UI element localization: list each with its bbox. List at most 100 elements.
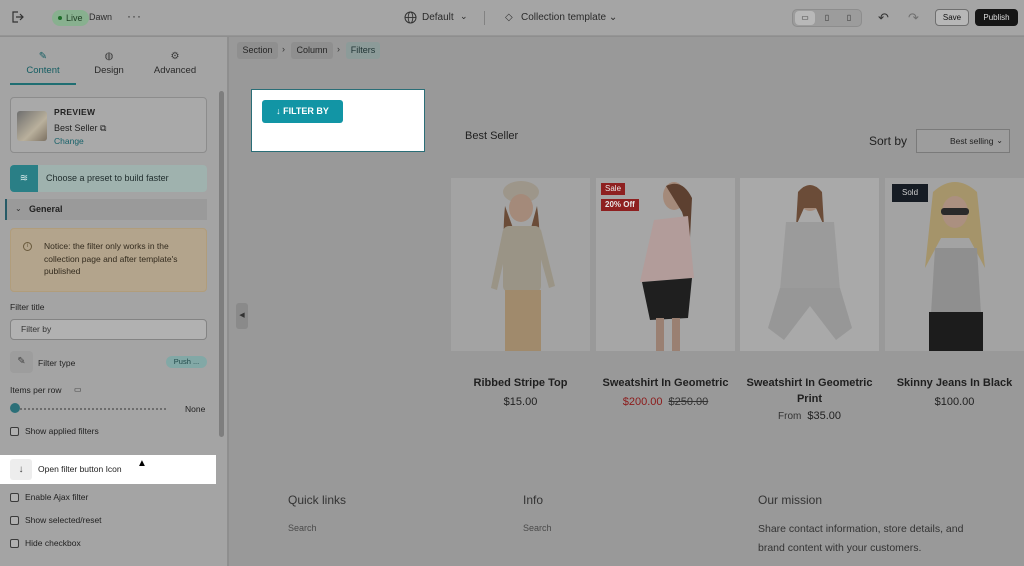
footer-link-search[interactable]: Search — [288, 523, 317, 533]
tablet-icon[interactable]: ▯ — [817, 11, 837, 25]
filter-title-input[interactable]: Filter by — [10, 319, 207, 340]
preset-label: Choose a preset to build faster — [46, 173, 169, 183]
filter-type-label: Filter type — [38, 358, 76, 368]
breadcrumb-section[interactable]: Section — [237, 42, 278, 59]
footer-heading: Info — [523, 493, 544, 507]
change-preview-link[interactable]: Change — [54, 136, 84, 146]
product-name[interactable]: Sweatshirt In Geometric — [596, 375, 735, 391]
product-image[interactable] — [740, 178, 879, 351]
theme-name: Dawn — [89, 12, 113, 22]
product-name[interactable]: Skinny Jeans In Black — [885, 375, 1024, 391]
product-image[interactable] — [451, 178, 590, 351]
sidebar-tabs: ✎ Content ◍ Design ⚙ Advanced — [0, 49, 218, 85]
product-name[interactable]: Ribbed Stripe Top — [451, 375, 590, 391]
checkbox-label: Hide checkbox — [25, 538, 81, 548]
filter-by-button[interactable]: ↓ FILTER BY — [262, 100, 343, 123]
device-switcher: ▭ ▯ ▯ — [792, 9, 862, 27]
chevron-down-icon: ⌄ — [15, 204, 22, 213]
tab-label: Design — [94, 65, 124, 76]
exit-icon[interactable] — [10, 10, 24, 24]
breadcrumb-filters[interactable]: Filters — [346, 42, 380, 59]
checkbox-label: Show applied filters — [25, 426, 99, 436]
product-price: $15.00 — [503, 396, 538, 408]
sidebar-scrollbar[interactable] — [219, 91, 224, 437]
checkbox[interactable] — [10, 493, 19, 502]
layers-icon: ≋ — [10, 165, 38, 192]
product-image[interactable] — [885, 178, 1024, 351]
chevron-right-icon: › — [337, 44, 340, 54]
pencil-icon: ✎ — [10, 351, 33, 373]
tab-label: Content — [26, 65, 60, 76]
save-button[interactable]: Save — [935, 9, 969, 26]
product-price: $100.00 — [934, 396, 975, 408]
items-per-row-value: None — [185, 404, 206, 414]
product-price: From $35.00 — [740, 410, 879, 422]
tab-advanced[interactable]: ⚙ Advanced — [142, 49, 208, 85]
tab-label: Advanced — [153, 65, 197, 76]
tab-design[interactable]: ◍ Design — [76, 49, 142, 85]
collapse-sidebar-icon[interactable]: ◀ — [236, 303, 248, 329]
price-from-label: From — [778, 411, 802, 422]
filter-title-label: Filter title — [10, 302, 45, 312]
mobile-icon[interactable]: ▯ — [839, 11, 859, 25]
footer-quick-links: Quick links Search — [288, 493, 347, 533]
filter-element-selected[interactable]: ↓ FILTER BY — [251, 89, 425, 152]
price-value: $35.00 — [807, 410, 841, 422]
collection-title: Best Seller — [465, 130, 519, 142]
redo-icon[interactable]: ↷ — [908, 10, 919, 26]
preset-button[interactable]: ≋ Choose a preset to build faster — [10, 165, 207, 192]
sort-by-select[interactable]: Best selling ⌄ — [916, 129, 1010, 153]
chevron-down-icon: ⌄ — [606, 12, 618, 23]
open-filter-button-icon-label: Open filter button Icon — [38, 464, 122, 474]
chevron-down-icon: ⌄ — [460, 11, 468, 21]
notice-banner: i Notice: the filter only works in the c… — [10, 228, 207, 292]
tag-icon: ◇ — [505, 12, 513, 23]
undo-icon[interactable]: ↶ — [878, 10, 889, 26]
footer-mission: Our mission Share contact information, s… — [758, 493, 963, 554]
settings-sidebar: ✎ Content ◍ Design ⚙ Advanced PREVIEW Be… — [0, 37, 228, 566]
filter-type-select[interactable]: Push ... — [166, 356, 207, 368]
template-label: Collection template — [521, 12, 607, 23]
language-label: Default — [422, 12, 454, 23]
arrow-down-icon[interactable]: ↓ — [10, 459, 32, 480]
checkbox-label: Show selected/reset — [25, 515, 102, 525]
compare-price: $250.00 — [668, 396, 709, 408]
chevron-right-icon: › — [282, 44, 285, 54]
chevron-down-icon: ⌄ — [996, 136, 1003, 145]
sale-price: $200.00 — [622, 396, 663, 408]
desktop-icon[interactable]: ▭ — [795, 11, 815, 25]
footer-mission-text: Share contact information, store details… — [758, 523, 964, 554]
items-per-row-slider-handle[interactable] — [10, 403, 20, 413]
footer-heading: Our mission — [758, 493, 823, 507]
checkbox-label: Enable Ajax filter — [25, 492, 89, 502]
open-filter-button-icon-row[interactable]: ↓ Open filter button Icon — [0, 455, 216, 484]
breadcrumb-column[interactable]: Column — [291, 42, 333, 59]
external-link-icon[interactable]: ⧉ — [100, 123, 106, 133]
tab-content[interactable]: ✎ Content — [10, 49, 76, 85]
general-section-header[interactable]: ⌄ General — [5, 199, 207, 220]
product-name[interactable]: Sweatshirt In Geometric Print — [740, 375, 879, 407]
footer-heading: Quick links — [288, 493, 347, 507]
items-per-row-label: Items per row — [10, 385, 62, 395]
palette-icon: ◍ — [104, 51, 114, 62]
product-price: $200.00 $250.00 — [596, 396, 735, 408]
sort-by-label: Sort by — [869, 134, 908, 148]
device-icon[interactable]: ▭ — [74, 385, 82, 394]
preview-card: PREVIEW Best Seller ⧉ Change — [10, 97, 207, 153]
checkbox[interactable] — [10, 516, 19, 525]
checkbox[interactable] — [10, 539, 19, 548]
info-icon: i — [23, 242, 32, 251]
editor-topbar: Live Dawn ··· Default ⌄ ◇ Collection temp… — [0, 0, 1024, 36]
items-per-row-slider-track[interactable] — [16, 408, 166, 410]
checkbox[interactable] — [10, 427, 19, 436]
publish-button[interactable]: Publish — [975, 9, 1018, 26]
gear-icon: ⚙ — [170, 51, 180, 62]
globe-icon — [404, 11, 417, 24]
template-selector[interactable]: ◇ Collection template ⌄ — [505, 12, 617, 23]
footer-link-search[interactable]: Search — [523, 523, 552, 533]
sort-value: Best selling — [950, 136, 994, 146]
sold-out-badge: Sold — [892, 184, 929, 202]
live-status-badge: Live — [52, 10, 89, 26]
footer-info: Info Search — [523, 493, 552, 533]
more-actions-icon[interactable]: ··· — [127, 9, 142, 23]
